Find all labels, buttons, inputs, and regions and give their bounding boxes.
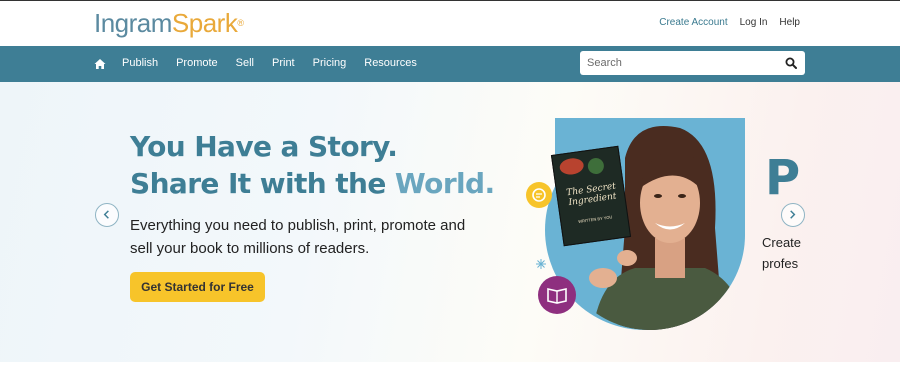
headline-line-2-text: Share It with the (130, 167, 395, 200)
purple-badge (538, 276, 576, 314)
headline-line-2: Share It with the World. (130, 165, 495, 202)
next-slide-text: Create profes (762, 232, 805, 274)
chevron-left-icon (103, 210, 109, 219)
yellow-badge (526, 182, 552, 208)
open-book-icon (547, 288, 567, 304)
headline-line-2-highlight: World. (394, 167, 495, 200)
nav-menu: Publish Promote Sell Print Pricing Resou… (122, 57, 417, 69)
hero-headline: You Have a Story. Share It with the Worl… (130, 128, 495, 202)
top-links: Create Account Log In Help (659, 17, 800, 28)
carousel-next-button[interactable] (781, 203, 805, 227)
login-link[interactable]: Log In (740, 17, 768, 28)
search-icon[interactable] (785, 57, 797, 69)
chat-bubble-icon (532, 188, 546, 202)
hero-banner: You Have a Story. Share It with the Worl… (0, 82, 900, 362)
chevron-right-icon (790, 210, 796, 219)
top-bar: IngramSpark® Create Account Log In Help (0, 0, 900, 46)
next-slide-line-2: profes (762, 256, 799, 271)
logo-text-spark: Spark (171, 8, 238, 38)
sparkle-icon (536, 259, 546, 269)
book-author: WRITTEN BY YOU (577, 214, 613, 224)
nav-item-publish[interactable]: Publish (122, 57, 158, 69)
next-slide-line-1: Create (762, 235, 802, 250)
book-cover-illustration (558, 156, 585, 176)
create-account-link[interactable]: Create Account (659, 17, 727, 28)
home-icon[interactable] (94, 58, 106, 70)
logo-text-ingram: Ingram (94, 8, 172, 38)
hero-subtext: Everything you need to publish, print, p… (130, 217, 466, 257)
ingramspark-logo[interactable]: IngramSpark® (94, 8, 244, 38)
help-link[interactable]: Help (779, 17, 800, 28)
nav-item-promote[interactable]: Promote (176, 57, 218, 69)
headline-line-1: You Have a Story. (130, 130, 398, 163)
nav-item-print[interactable]: Print (272, 57, 295, 69)
search-input[interactable] (580, 51, 780, 75)
book-title: The Secret Ingredient (565, 181, 618, 209)
main-nav: Publish Promote Sell Print Pricing Resou… (0, 46, 900, 82)
nav-item-resources[interactable]: Resources (364, 57, 417, 69)
get-started-button[interactable]: Get Started for Free (130, 272, 265, 302)
next-slide-letter: P (765, 150, 801, 206)
logo-trademark: ® (237, 18, 244, 28)
nav-item-sell[interactable]: Sell (236, 57, 254, 69)
book-cover: The Secret Ingredient WRITTEN BY YOU (550, 145, 632, 247)
nav-item-pricing[interactable]: Pricing (313, 57, 347, 69)
carousel-prev-button[interactable] (95, 203, 119, 227)
search-box (580, 51, 805, 75)
